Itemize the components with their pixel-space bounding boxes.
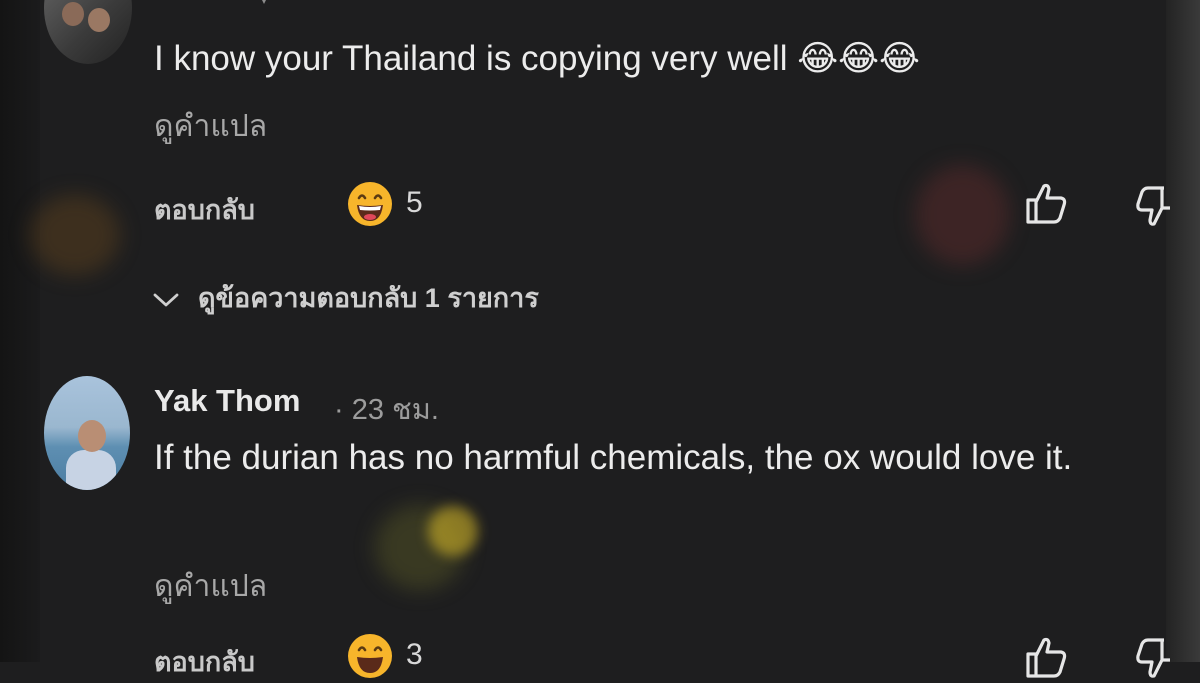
left-edge-shadow: [0, 0, 40, 662]
thumbs-up-icon[interactable]: [1022, 180, 1070, 226]
thumbs-up-icon[interactable]: [1022, 634, 1070, 680]
see-translation-link[interactable]: ดูคำแปล: [154, 103, 267, 150]
thumbs-down-icon[interactable]: [1134, 636, 1174, 680]
comment-author[interactable]: Yak Thom: [154, 383, 300, 419]
comment-timestamp: · 23 ชม.: [334, 394, 439, 426]
grinning-face-emoji[interactable]: [346, 180, 394, 228]
background-bokeh: [915, 165, 1010, 265]
truncated-header-mark: [262, 0, 266, 4]
reaction-count: 5: [406, 186, 423, 219]
background-bokeh: [30, 195, 120, 275]
grinning-face-emoji[interactable]: [346, 632, 394, 680]
chevron-down-icon: [153, 293, 179, 307]
view-replies-button[interactable]: ดูข้อความตอบกลับ 1 รายการ: [152, 276, 539, 319]
reaction-count: 3: [406, 638, 423, 671]
comment-text: If the durian has no harmful chemicals, …: [154, 438, 1073, 477]
background-bokeh: [428, 506, 478, 556]
view-replies-label: ดูข้อความตอบกลับ 1 รายการ: [198, 283, 539, 313]
avatar[interactable]: [44, 376, 130, 490]
reply-button[interactable]: ตอบกลับ: [154, 188, 255, 231]
right-edge-shadow: [1166, 0, 1200, 662]
thumbs-down-icon[interactable]: [1134, 184, 1174, 228]
see-translation-link[interactable]: ดูคำแปล: [154, 563, 267, 610]
avatar[interactable]: [44, 0, 132, 64]
comment-text: I know your Thailand is copying very wel…: [154, 39, 920, 78]
